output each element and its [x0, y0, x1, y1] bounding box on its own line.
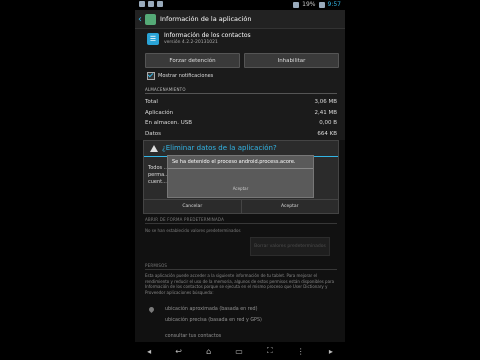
storage-value: 0,00 B — [319, 120, 337, 126]
navigation-bar: ◂ ↩ ⌂ ▭ ⛶ ⋮ ▸ — [135, 342, 345, 360]
storage-label: Datos — [145, 131, 161, 137]
accept-button[interactable]: Aceptar — [240, 200, 339, 213]
show-notifications-checkbox[interactable] — [147, 72, 155, 80]
storage-value: 664 KB — [317, 131, 337, 137]
notification-icon — [139, 1, 145, 7]
back-chevron-icon[interactable]: ‹ — [138, 14, 142, 25]
home-icon[interactable]: ⌂ — [206, 347, 211, 356]
battery-icon — [318, 1, 325, 8]
dialog-title-row: ¿Eliminar datos de la aplicación? — [150, 144, 277, 152]
storage-label: En almacen. USB — [145, 120, 193, 126]
storage-row-usb: En almacen. USB 0,00 B — [145, 120, 337, 126]
error-message: Se ha detenido el proceso android.proces… — [172, 159, 296, 165]
storage-value: 2,41 MB — [314, 110, 337, 116]
app-version: versión 4.2.2-20131021 — [164, 40, 218, 45]
page-title: Información de la aplicación — [160, 15, 252, 23]
storage-row-total: Total 3,06 MB — [145, 99, 337, 105]
screenshot-icon[interactable]: ⛶ — [267, 346, 273, 356]
error-ok-button[interactable]: Aceptar — [168, 186, 313, 191]
action-bar: ‹ Información de la aplicación — [135, 10, 345, 29]
storage-label: Total — [145, 99, 158, 105]
storage-row-app: Aplicación 2,41 MB — [145, 110, 337, 116]
recent-apps-icon[interactable]: ▭ — [235, 347, 243, 356]
warning-icon — [150, 144, 158, 152]
error-dialog: Se ha detenido el proceso android.proces… — [167, 155, 314, 198]
storage-label: Aplicación — [145, 110, 174, 116]
status-bar: 19% 9:57 — [135, 0, 345, 10]
battery-percent: 19% — [302, 1, 316, 8]
disable-button[interactable]: Inhabilitar — [244, 53, 339, 68]
notification-icon — [157, 1, 163, 7]
back-icon[interactable]: ↩ — [175, 347, 182, 356]
show-notifications-row[interactable]: Mostrar notificaciones — [147, 72, 213, 80]
show-notifications-label: Mostrar notificaciones — [158, 73, 214, 79]
error-divider — [168, 168, 313, 169]
app-info-screen: 19% 9:57 ‹ Información de la aplicación … — [135, 0, 345, 360]
wifi-icon — [293, 1, 300, 8]
menu-icon[interactable]: ⋮ — [297, 347, 305, 356]
force-stop-button[interactable]: Forzar detención — [145, 53, 240, 68]
app-header: ☰ Información de los contactos versión 4… — [147, 32, 251, 45]
cancel-button[interactable]: Cancelar — [144, 200, 241, 213]
notification-icon — [148, 1, 154, 7]
clock: 9:57 — [327, 1, 341, 8]
contacts-app-icon: ☰ — [147, 32, 159, 45]
dialog-title: ¿Eliminar datos de la aplicación? — [162, 144, 277, 152]
storage-value: 3,06 MB — [314, 99, 337, 105]
storage-row-data: Datos 664 KB — [145, 131, 337, 137]
volume-down-icon[interactable]: ◂ — [147, 347, 151, 356]
storage-header: ALMACENAMIENTO — [145, 87, 337, 94]
settings-app-icon[interactable] — [145, 13, 156, 25]
dialog-buttons: Cancelar Aceptar — [144, 199, 338, 213]
volume-up-icon[interactable]: ▸ — [329, 347, 333, 356]
app-name: Información de los contactos — [164, 32, 251, 39]
